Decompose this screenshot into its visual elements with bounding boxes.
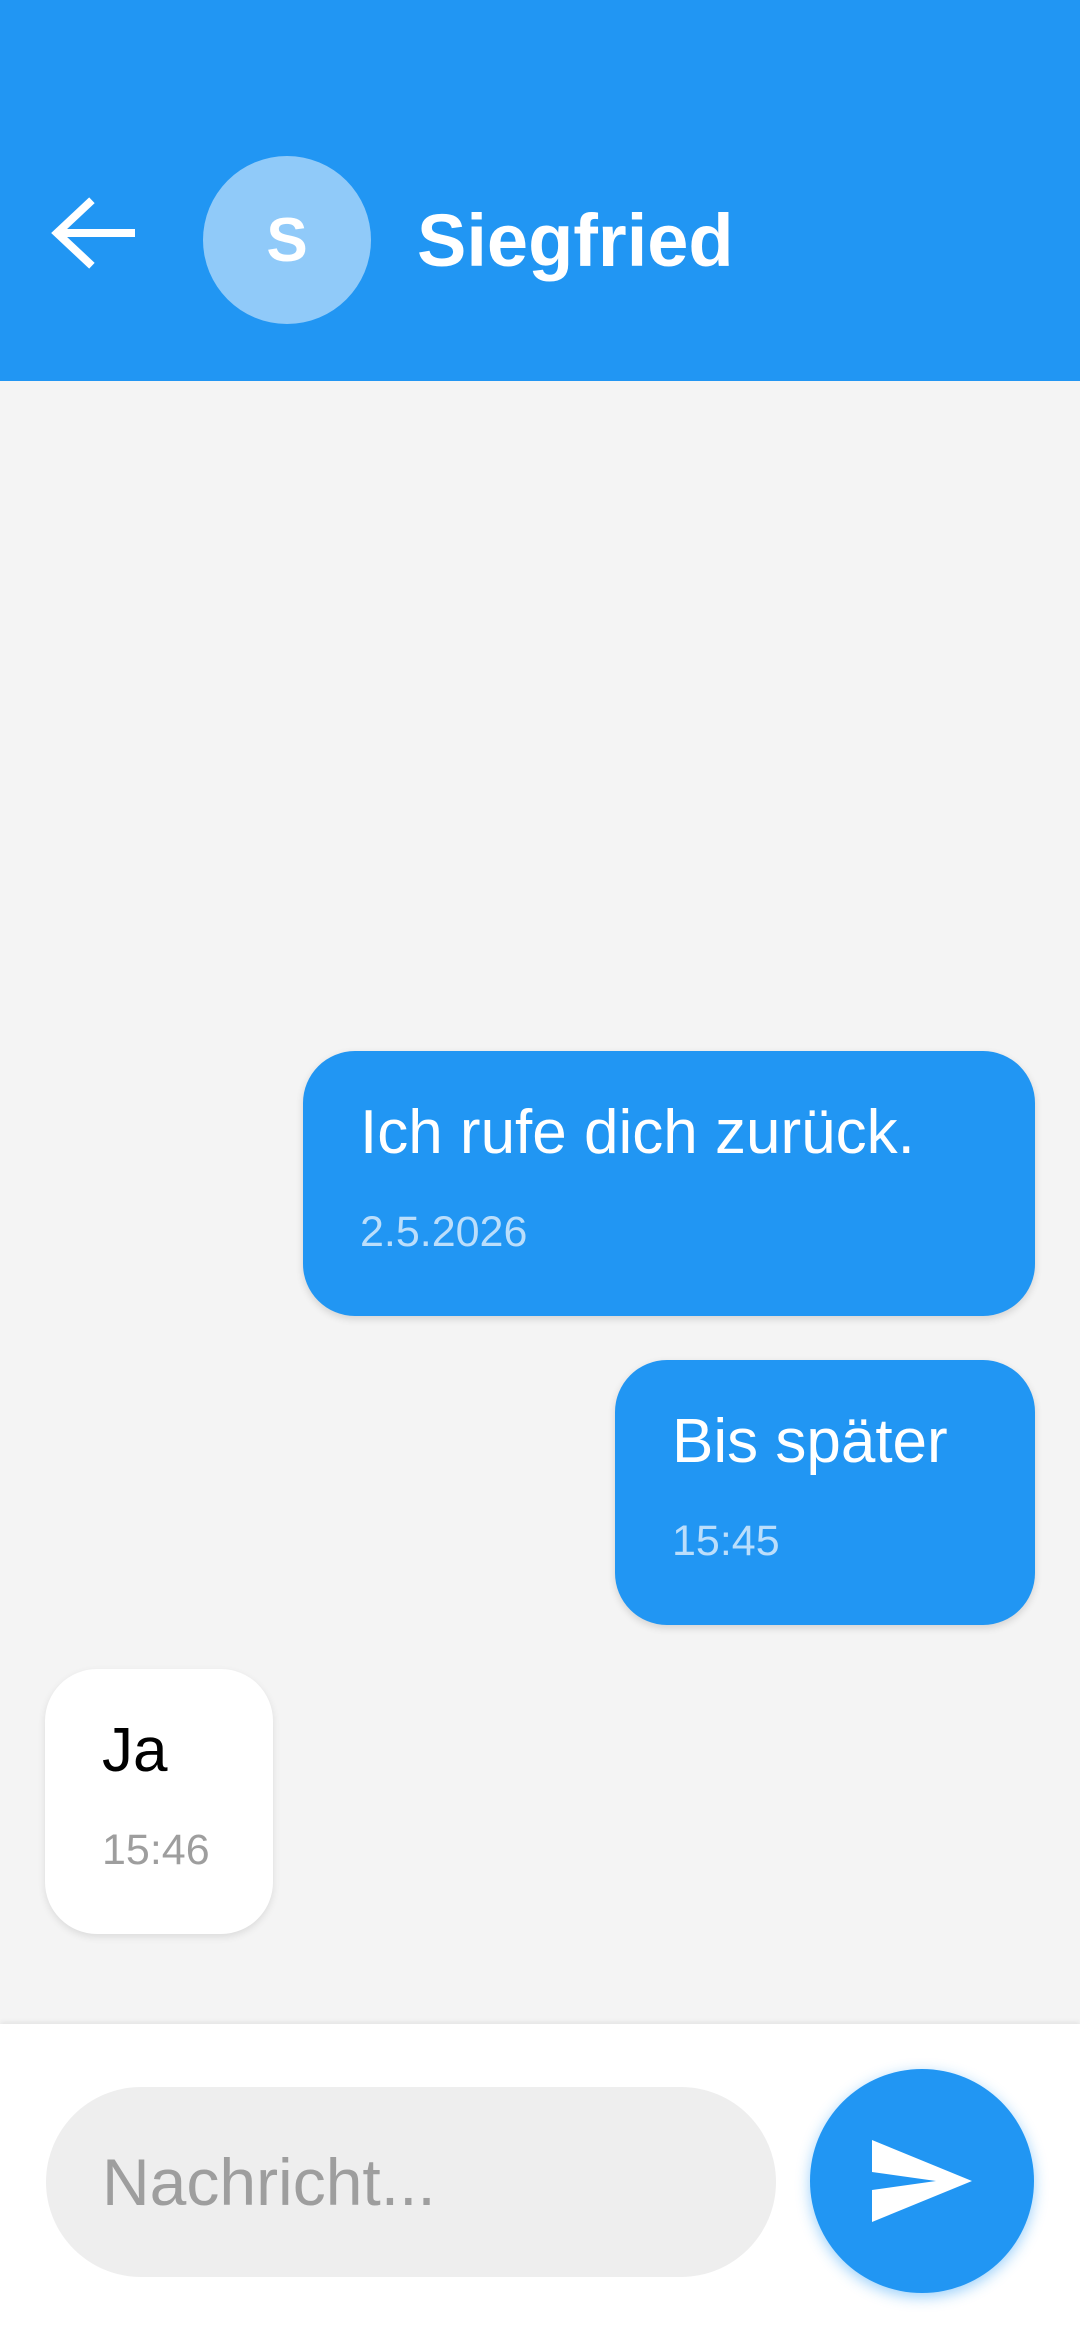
message-bubble-outgoing[interactable]: Ich rufe dich zurück. 2.5.2026 [303,1051,1035,1316]
send-button[interactable] [810,2069,1034,2293]
message-timestamp: 15:46 [102,1826,210,1874]
message-timestamp: 2.5.2026 [360,1208,528,1256]
avatar-initial: S [266,205,308,275]
message-text: Ich rufe dich zurück. [360,1098,915,1167]
back-button[interactable] [36,180,146,290]
message-text: Ja [102,1716,168,1785]
composer-bar [0,2024,1080,2340]
chat-header: S Siegfried [0,0,1080,381]
message-timestamp: 15:45 [672,1517,780,1565]
send-icon [872,2140,972,2222]
message-text: Bis später [672,1407,948,1476]
message-bubble-incoming[interactable]: Ja 15:46 [45,1669,273,1934]
message-bubble-outgoing[interactable]: Bis später 15:45 [615,1360,1035,1625]
message-input[interactable] [46,2087,776,2277]
contact-name[interactable]: Siegfried [417,196,734,286]
avatar[interactable]: S [203,156,371,324]
arrow-back-icon [51,197,135,269]
message-list[interactable]: Ich rufe dich zurück. 2.5.2026 Bis späte… [0,381,1080,2024]
